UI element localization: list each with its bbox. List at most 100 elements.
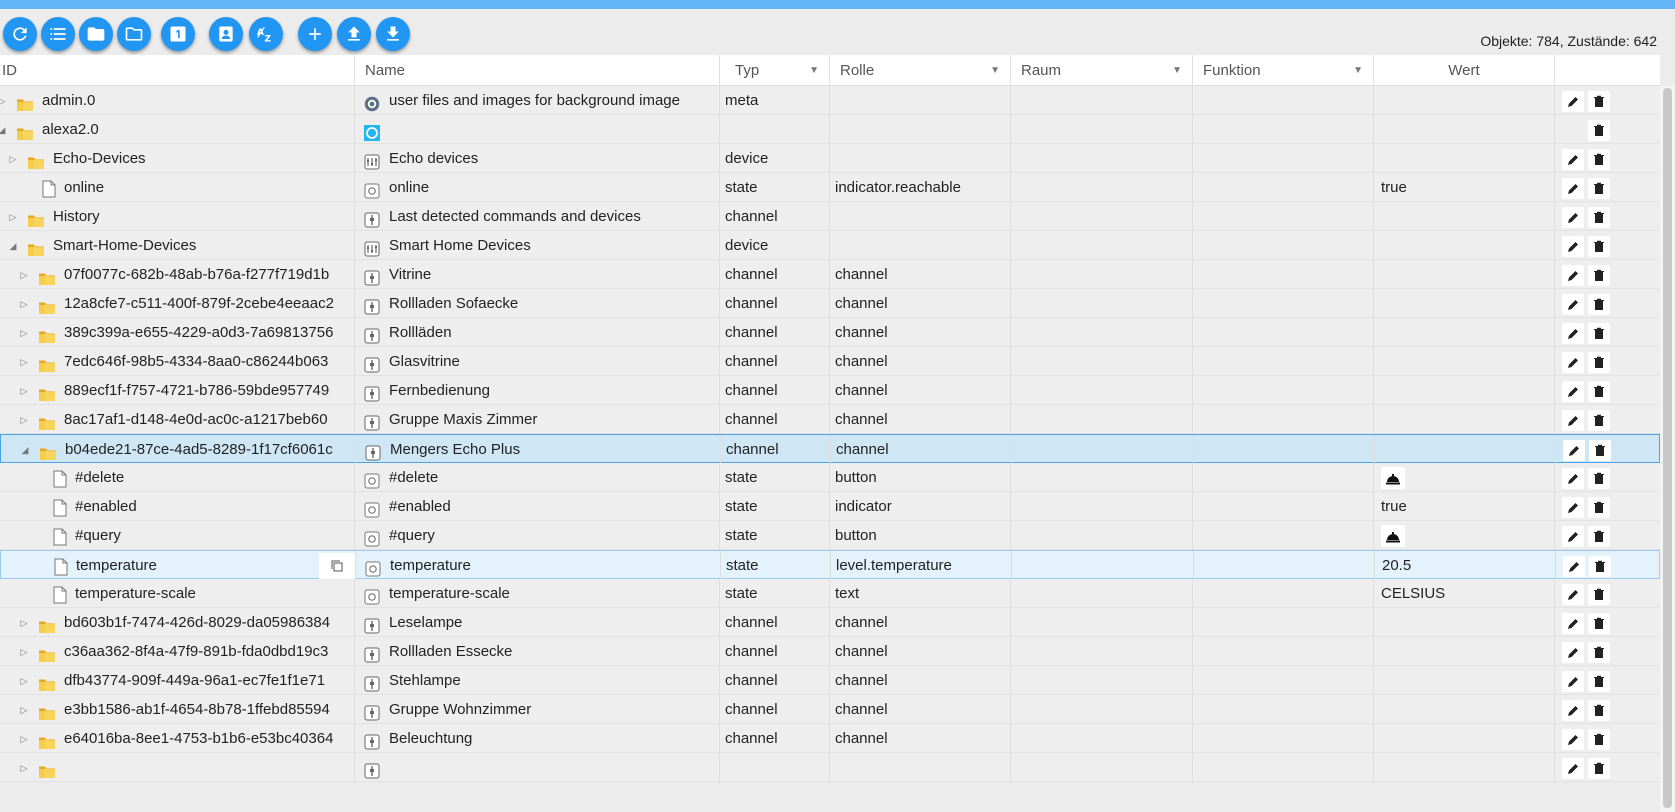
table-row[interactable]: ▷ e64016ba-8ee1-4753-b1b6-e53bc40364 Beleu… (0, 724, 1660, 754)
wert-cell[interactable] (1374, 289, 1555, 319)
add-button[interactable] (298, 17, 332, 51)
delete-button[interactable] (1588, 381, 1610, 402)
room-view-button[interactable] (209, 17, 243, 51)
table-row[interactable]: online online state indicator.reachable true (0, 173, 1660, 203)
funktion-cell[interactable] (1193, 405, 1374, 435)
edit-button[interactable] (1562, 700, 1584, 721)
table-row[interactable]: ▷ admin.0 user files and images for backgr… (0, 86, 1660, 116)
wert-cell[interactable] (1374, 666, 1555, 696)
table-row[interactable]: ▷ (0, 753, 1660, 783)
funktion-cell[interactable] (1194, 435, 1375, 465)
raum-cell[interactable] (1011, 724, 1193, 754)
wert-cell[interactable] (1374, 115, 1555, 145)
table-row[interactable]: temperature-scale temperature-scale state t… (0, 579, 1660, 609)
edit-button[interactable] (1562, 584, 1584, 605)
download-button[interactable] (376, 17, 410, 51)
raum-cell[interactable] (1011, 115, 1193, 145)
delete-button[interactable] (1588, 671, 1610, 692)
funktion-cell[interactable] (1193, 202, 1374, 232)
wert-cell[interactable] (1374, 463, 1555, 493)
funktion-cell[interactable] (1193, 86, 1374, 116)
funktion-cell[interactable] (1193, 231, 1374, 261)
delete-button[interactable] (1588, 294, 1610, 315)
expanded-arrow-icon[interactable]: ◢ (0, 115, 8, 145)
column-header-name[interactable]: Name (355, 55, 720, 86)
raum-cell[interactable] (1011, 521, 1193, 551)
funktion-cell[interactable] (1193, 289, 1374, 319)
raum-cell[interactable] (1011, 405, 1193, 435)
button-trigger[interactable] (1381, 467, 1405, 489)
wert-cell[interactable] (1374, 260, 1555, 290)
raum-cell[interactable] (1011, 173, 1193, 203)
raum-cell[interactable] (1011, 347, 1193, 377)
funktion-cell[interactable] (1193, 347, 1374, 377)
column-header-wert[interactable]: Wert (1374, 55, 1555, 86)
collapse-folders-button[interactable] (117, 17, 151, 51)
raum-cell[interactable] (1012, 551, 1194, 581)
wert-cell[interactable]: true (1374, 492, 1555, 522)
table-row[interactable]: ▷ 07f0077c-682b-48ab-b76a-f277f719d1b Vitr… (0, 260, 1660, 290)
collapsed-arrow-icon[interactable]: ▷ (18, 753, 30, 783)
funktion-cell[interactable] (1193, 637, 1374, 667)
wert-cell[interactable] (1374, 521, 1555, 551)
delete-button[interactable] (1589, 440, 1611, 461)
expanded-arrow-icon[interactable]: ◢ (7, 231, 19, 261)
raum-cell[interactable] (1011, 666, 1193, 696)
raum-cell[interactable] (1011, 144, 1193, 174)
table-row[interactable]: temperature temperature state level.tempera… (0, 550, 1660, 581)
table-row[interactable]: ▷ e3bb1586-ab1f-4654-8b78-1ffebd85594 Grup… (0, 695, 1660, 725)
edit-button[interactable] (1562, 294, 1584, 315)
edit-button[interactable] (1562, 352, 1584, 373)
expanded-arrow-icon[interactable]: ◢ (19, 435, 31, 465)
edit-button[interactable] (1562, 497, 1584, 518)
button-trigger[interactable] (1381, 525, 1405, 547)
table-row[interactable]: #delete #delete state button (0, 463, 1660, 493)
edit-button[interactable] (1562, 613, 1584, 634)
delete-button[interactable] (1588, 323, 1610, 344)
funktion-cell[interactable] (1193, 376, 1374, 406)
collapsed-arrow-icon[interactable]: ▷ (18, 347, 30, 377)
collapsed-arrow-icon[interactable]: ▷ (18, 724, 30, 754)
raum-cell[interactable] (1011, 376, 1193, 406)
dropdown-arrow-icon[interactable]: ▼ (1353, 55, 1363, 86)
table-row[interactable]: ▷ c36aa362-8f4a-47f9-891b-fda0dbd19c3 Roll… (0, 637, 1660, 667)
collapsed-arrow-icon[interactable]: ▷ (0, 86, 8, 116)
table-row[interactable]: ▷ 12a8cfe7-c511-400f-879f-2cebe4eeaac2 Rol… (0, 289, 1660, 319)
table-row[interactable]: ◢ alexa2.0 (0, 115, 1660, 145)
delete-button[interactable] (1588, 497, 1610, 518)
raum-cell[interactable] (1011, 608, 1193, 638)
edit-button[interactable] (1562, 671, 1584, 692)
delete-button[interactable] (1588, 91, 1610, 112)
table-row[interactable]: ▷ 389c399a-e655-4229-a0d3-7a69813756 Rolll… (0, 318, 1660, 348)
funktion-cell[interactable] (1193, 666, 1374, 696)
delete-button[interactable] (1588, 758, 1610, 779)
table-row[interactable]: ▷ bd603b1f-7474-426d-8029-da05986384 Lesel… (0, 608, 1660, 638)
dropdown-arrow-icon[interactable]: ▼ (1172, 55, 1182, 86)
table-row[interactable]: ▷ 889ecf1f-f757-4721-b786-59bde957749 Fern… (0, 376, 1660, 406)
edit-button[interactable] (1562, 91, 1584, 112)
edit-button[interactable] (1563, 440, 1585, 461)
edit-button[interactable] (1562, 381, 1584, 402)
wert-cell[interactable]: CELSIUS (1374, 579, 1555, 609)
table-row[interactable]: ◢ Smart-Home-Devices Smart Home Devices dev… (0, 231, 1660, 261)
wert-cell[interactable] (1374, 231, 1555, 261)
edit-button[interactable] (1562, 468, 1584, 489)
raum-cell[interactable] (1011, 637, 1193, 667)
edit-button[interactable] (1562, 149, 1584, 170)
table-row[interactable]: ▷ 7edc646f-98b5-4334-8aa0-c86244b063 Glasv… (0, 347, 1660, 377)
delete-button[interactable] (1588, 149, 1610, 170)
funktion-cell[interactable] (1193, 521, 1374, 551)
wert-cell[interactable]: true (1374, 173, 1555, 203)
scrollbar-thumb[interactable] (1663, 88, 1672, 808)
collapsed-arrow-icon[interactable]: ▷ (18, 376, 30, 406)
raum-cell[interactable] (1011, 463, 1193, 493)
column-header-typ[interactable]: Typ ▼ (720, 55, 830, 86)
level-one-button[interactable] (161, 17, 195, 51)
collapsed-arrow-icon[interactable]: ▷ (18, 637, 30, 667)
raum-cell[interactable] (1011, 260, 1193, 290)
collapsed-arrow-icon[interactable]: ▷ (18, 666, 30, 696)
delete-button[interactable] (1588, 729, 1610, 750)
raum-cell[interactable] (1011, 202, 1193, 232)
wert-cell[interactable] (1374, 753, 1555, 783)
edit-button[interactable] (1562, 758, 1584, 779)
